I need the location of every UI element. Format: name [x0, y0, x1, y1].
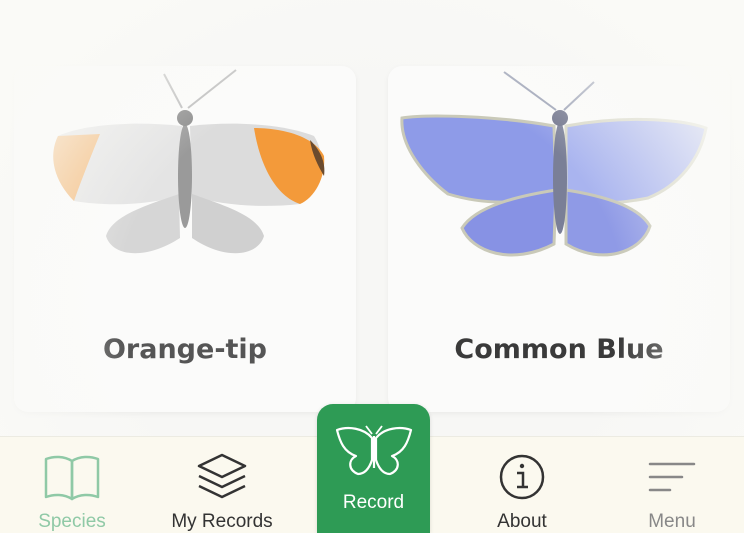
tab-menu-label: Menu [648, 511, 696, 532]
species-grid: Orange-tip Common Blue [0, 0, 744, 436]
common-blue-butterfly-image [400, 71, 708, 257]
layers-icon [194, 451, 250, 503]
record-button-label: Record [342, 492, 405, 513]
menu-icon [644, 451, 700, 503]
record-button[interactable]: Record [317, 404, 430, 533]
tab-my-records-label: My Records [171, 511, 273, 532]
info-icon [494, 451, 550, 503]
species-card-orange-tip[interactable]: Orange-tip [14, 66, 356, 412]
species-name: Common Blue [454, 334, 664, 365]
species-card-common-blue[interactable]: Common Blue [388, 66, 730, 412]
tab-my-records[interactable]: My Records [152, 437, 292, 533]
tab-species-label: Species [38, 511, 106, 532]
book-icon [44, 451, 100, 503]
tab-about[interactable]: About [452, 437, 592, 533]
butterfly-icon [334, 424, 414, 478]
orange-tip-butterfly-image [53, 69, 325, 254]
species-name: Orange-tip [102, 334, 268, 365]
tab-about-label: About [497, 511, 547, 532]
tab-menu[interactable]: Menu [602, 437, 742, 533]
tab-species[interactable]: Species [2, 437, 142, 533]
